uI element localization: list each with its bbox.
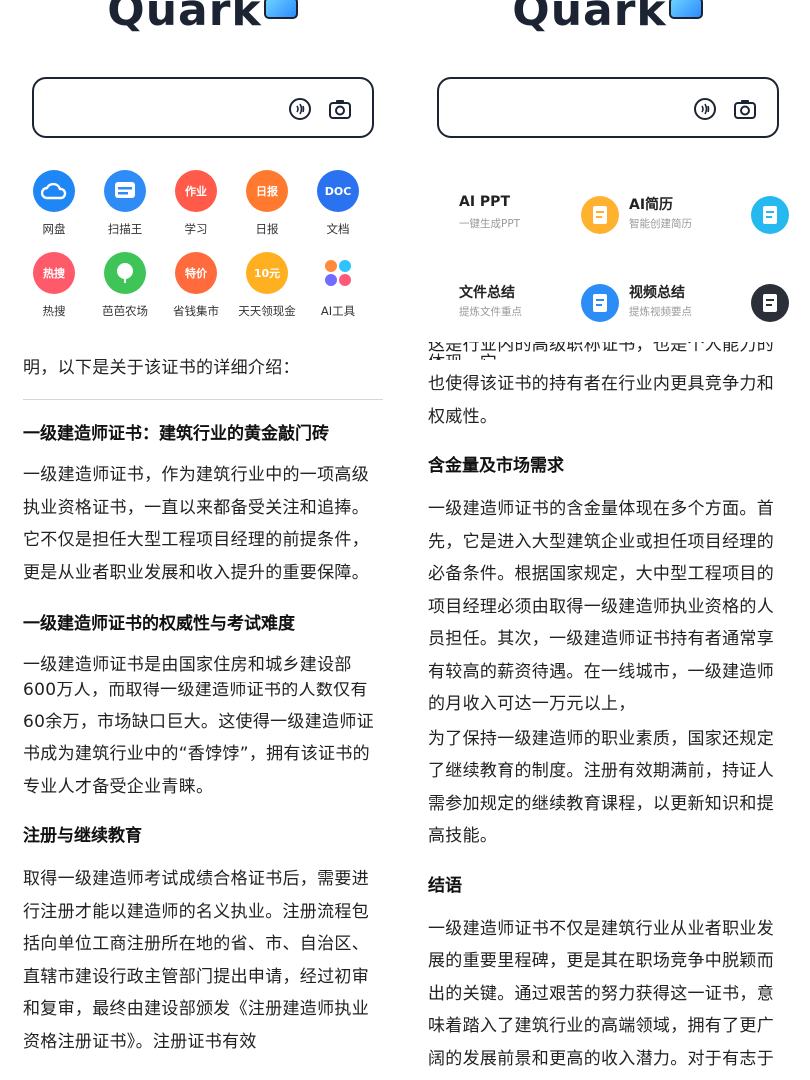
app-label: 文档: [326, 222, 350, 236]
paragraph: 一级建造师证书是由国家住房和城乡建设部: [23, 655, 352, 675]
logo-text: Quark: [107, 0, 262, 36]
tool-ai-resume[interactable]: AI简历智能创建简历: [629, 192, 789, 242]
app-scan[interactable]: 扫描王: [89, 170, 161, 237]
app-label: AI工具: [320, 304, 356, 318]
app-ai-tools[interactable]: AI工具: [302, 252, 374, 319]
ai-tools-icon: [317, 252, 359, 294]
voice-icon[interactable]: [288, 97, 312, 121]
search-box[interactable]: [32, 77, 374, 138]
tool-subtitle: 智能创建简历: [629, 218, 692, 230]
left-screen: Quark 网盘 扫描王 作业 学习 日报 日报 DOC 文档 热搜 热搜 芭芭农场 特价 省钱集市 10…: [0, 0, 405, 1080]
daily-icon: 日报: [246, 170, 288, 212]
paragraph: 60余万，市场缺口巨大。这使得一级建造师证书成为建筑行业中的“香饽饽”，拥有该证…: [23, 711, 374, 797]
study-icon: 作业: [175, 170, 217, 212]
section-heading: 一级建造师证书：建筑行业的黄金敲门砖: [23, 424, 329, 444]
app-label: 热搜: [42, 304, 66, 318]
app-label: 学习: [184, 222, 208, 236]
app-label: 省钱集市: [173, 304, 219, 318]
ai-ppt-icon: [581, 196, 619, 234]
video-summary-icon: [751, 284, 789, 322]
intro-text: 明，以下是关于该证书的详细介绍：: [23, 358, 300, 378]
app-label: 网盘: [42, 222, 66, 236]
section-heading: 一级建造师证书的权威性与考试难度: [23, 614, 295, 634]
article-cut-top: 这是行业内的高级职称证书，也是个人能力的体现，它: [428, 342, 788, 360]
paragraph-partial: 这是行业内的高级职称证书，也是个人能力的体现，它: [428, 342, 774, 360]
tool-title: 文件总结: [459, 285, 515, 301]
quark-logo: Quark: [0, 0, 405, 36]
app-cloud-drive[interactable]: 网盘: [18, 170, 90, 237]
logo-text: Quark: [512, 0, 667, 36]
app-daily[interactable]: 日报 日报: [231, 170, 303, 237]
scan-icon: [104, 170, 146, 212]
tool-title: AI PPT: [459, 194, 510, 210]
quark-logo: Quark: [405, 0, 810, 36]
app-label: 日报: [255, 222, 279, 236]
app-label: 天天领现金: [238, 304, 296, 318]
right-screen: Quark AI PPT 一键生成PPT AI简历 智能创建简历 文件总结 提炼文件重点视…: [405, 0, 810, 1080]
tool-ai-ppt[interactable]: AI PPT 一键生成PPT: [459, 192, 619, 242]
cash-icon: 10元: [246, 252, 288, 294]
article-body-left: 一级建造师证书：建筑行业的黄金敲门砖 一级建造师证书，作为建筑行业中的一项高级执…: [23, 419, 383, 1058]
camera-icon[interactable]: [328, 97, 352, 121]
tool-title: AI简历: [629, 197, 674, 213]
app-label: 扫描王: [107, 222, 143, 236]
paragraph: 一级建造师证书不仅是建筑行业从业者职业发展的重要里程碑，更是其在职场竞争中脱颖而…: [428, 918, 774, 1069]
tool-file-summary[interactable]: 文件总结提炼文件重点: [459, 280, 619, 330]
divider: [23, 399, 383, 400]
article-left: 明，以下是关于该证书的详细介绍：: [23, 352, 383, 385]
article-body-right: 也使得该证书的持有者在行业内更具竞争力和权威性。 含金量及市场需求 一级建造师证…: [428, 368, 788, 1080]
ai-resume-icon: [751, 196, 789, 234]
app-farm[interactable]: 芭芭农场: [89, 252, 161, 319]
paragraph: 一级建造师证书的含金量体现在多个方面。首先，它是进入大型建筑企业或担任项目经理的…: [428, 499, 774, 714]
paragraph-partial: 600万人，而取得一级建造师证书的人数仅有: [23, 681, 368, 698]
file-summary-icon: [581, 284, 619, 322]
tool-subtitle: 提炼视频要点: [629, 306, 692, 318]
section-heading: 结语: [428, 875, 462, 896]
search-box[interactable]: [437, 77, 779, 138]
tool-subtitle: 提炼文件重点: [459, 306, 522, 318]
app-hot-search[interactable]: 热搜 热搜: [18, 252, 90, 319]
tool-video-summary[interactable]: 视频总结提炼视频要点: [629, 280, 789, 330]
paragraph: 取得一级建造师考试成绩合格证书后，需要进行注册才能以建造师的名义执业。注册流程包…: [23, 869, 369, 1052]
section-heading: 含金量及市场需求: [428, 456, 564, 476]
logo-badge-icon: [263, 0, 298, 19]
section-heading: 注册与继续教育: [23, 826, 142, 846]
paragraph: 也使得该证书的持有者在行业内更具竞争力和权威性。: [428, 374, 774, 427]
voice-icon[interactable]: [693, 97, 717, 121]
camera-icon[interactable]: [733, 97, 757, 121]
paragraph: 一级建造师证书，作为建筑行业中的一项高级执业资格证书，一直以来都备受关注和追捧。…: [23, 465, 369, 583]
tool-title: 视频总结: [629, 285, 685, 301]
cloud-drive-icon: [33, 170, 75, 212]
app-doc[interactable]: DOC 文档: [302, 170, 374, 237]
logo-badge-icon: [668, 0, 703, 19]
hot-search-icon: 热搜: [33, 252, 75, 294]
app-study[interactable]: 作业 学习: [160, 170, 232, 237]
market-icon: 特价: [175, 252, 217, 294]
doc-icon: DOC: [317, 170, 359, 212]
app-cash[interactable]: 10元天天领现金: [231, 252, 303, 319]
tool-subtitle: 一键生成PPT: [459, 218, 521, 230]
app-market[interactable]: 特价 省钱集市: [160, 252, 232, 319]
farm-icon: [104, 252, 146, 294]
paragraph: 为了保持一级建造师的职业素质，国家还规定了继续教育的制度。注册有效期满前，持证人…: [428, 728, 774, 847]
app-label: 芭芭农场: [102, 304, 148, 318]
